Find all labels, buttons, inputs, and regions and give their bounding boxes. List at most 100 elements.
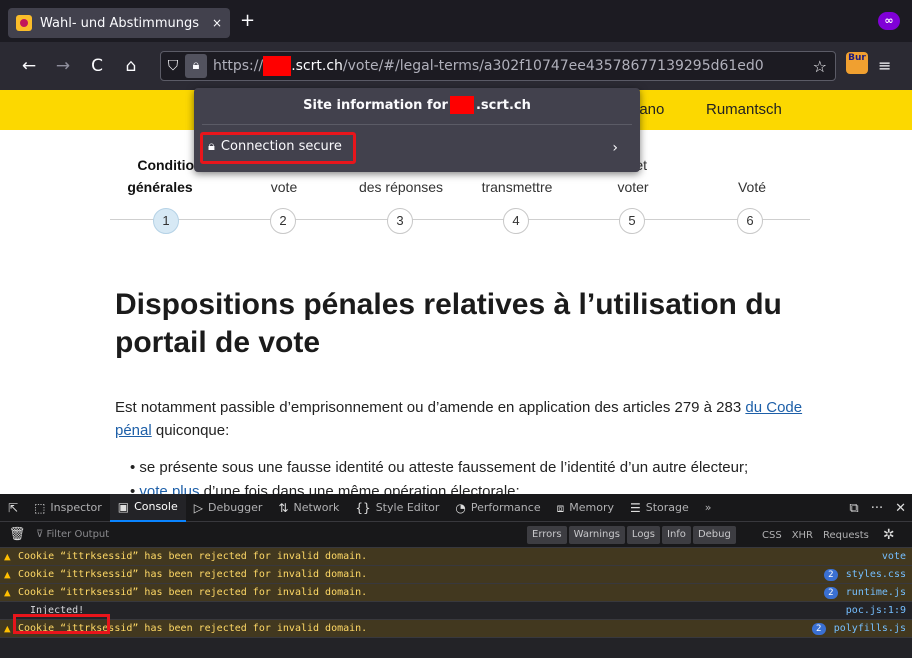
console-message-source-wrap[interactable]: 2 polyfills.js: [811, 620, 906, 638]
tab-network[interactable]: ⇅ Network: [270, 494, 347, 522]
tab-style-editor[interactable]: {} Style Editor: [347, 494, 447, 522]
burp-extension-icon[interactable]: Bur: [846, 52, 868, 74]
panel-divider: [202, 124, 632, 125]
highlight-box-connection: [200, 132, 356, 164]
repeat-count-badge: 2: [823, 587, 838, 599]
devtools-panel: ⇱ ⬚ Inspector ▣ Console ▷ Debugger ⇅ Network…: [0, 493, 912, 658]
level-info-button[interactable]: Info: [662, 526, 691, 544]
console-message-text: Cookie “ittrksessid” has been rejected f…: [18, 587, 368, 598]
repeat-count-badge: 2: [823, 569, 838, 581]
forward-button[interactable]: →: [46, 56, 80, 76]
console-message-text: Cookie “ittrksessid” has been rejected f…: [18, 569, 368, 580]
level-logs-button[interactable]: Logs: [626, 526, 660, 544]
home-button[interactable]: ⌂: [114, 56, 148, 76]
step-4-circle[interactable]: 4: [503, 208, 529, 234]
site-info-lock-icon[interactable]: 🔒︎: [185, 54, 207, 78]
filter-output-input[interactable]: ⊽ Filter Output: [36, 529, 109, 540]
console-icon: ▣: [117, 499, 130, 514]
dock-icon[interactable]: ⧉: [849, 501, 858, 516]
console-message: ▲ Cookie “ittrksessid” has been rejected…: [0, 548, 912, 566]
level-errors-button[interactable]: Errors: [527, 526, 567, 544]
browser-tab[interactable]: Wahl- und Abstimmungs ×: [8, 8, 230, 38]
step-2-label: vote: [270, 179, 298, 195]
site-info-title-host: .scrt.ch: [475, 97, 531, 113]
style-editor-icon: {}: [355, 500, 371, 515]
tab-storage[interactable]: ☰ Storage: [622, 494, 697, 522]
debugger-icon: ▷: [193, 500, 203, 515]
console-message-source-wrap[interactable]: 2 styles.css: [823, 566, 906, 584]
site-info-title: Site information for .scrt.ch: [194, 96, 640, 114]
network-icon: ⇅: [278, 500, 289, 515]
step-2-circle[interactable]: 2: [270, 208, 296, 234]
language-rumantsch-link[interactable]: Rumantsch: [706, 101, 782, 118]
console-message-source[interactable]: vote: [882, 548, 906, 566]
penalties-list: se présente sous une fausse identité ou …: [130, 456, 830, 494]
tab-debugger[interactable]: ▷ Debugger: [186, 494, 271, 522]
category-css-button[interactable]: CSS: [762, 530, 782, 541]
step-3-circle[interactable]: 3: [387, 208, 413, 234]
step-5-label-line2: voter: [617, 179, 649, 195]
url-path: /vote/#/legal-terms/a302f10747ee43578677…: [342, 58, 764, 74]
performance-icon: ◔: [455, 500, 466, 515]
clear-console-trash-icon[interactable]: 🗑︎: [6, 527, 28, 542]
category-xhr-button[interactable]: XHR: [792, 530, 813, 541]
chevron-right-icon[interactable]: ›: [612, 140, 618, 156]
tab-title: Wahl- und Abstimmungs: [40, 15, 199, 31]
tab-performance[interactable]: ◔ Performance: [447, 494, 548, 522]
close-devtools-icon[interactable]: ✕: [895, 501, 906, 516]
level-warnings-button[interactable]: Warnings: [568, 526, 625, 544]
console-message: ▲ Cookie “ittrksessid” has been rejected…: [0, 566, 912, 584]
page-heading: Dispositions pénales relatives à l’utili…: [115, 288, 782, 359]
console-settings-gear-icon[interactable]: ✲: [883, 527, 895, 543]
more-tabs-button[interactable]: »: [697, 494, 720, 522]
hamburger-menu-icon[interactable]: ≡: [878, 56, 891, 75]
tab-label: Memory: [569, 500, 614, 514]
site-favicon-icon: [16, 15, 32, 31]
warning-icon: ▲: [4, 568, 11, 581]
more-options-icon[interactable]: ···: [871, 501, 883, 516]
url-text[interactable]: https:// .scrt.ch /vote/#/legal-terms/a3…: [213, 56, 764, 76]
list-item-text: d’une fois dans une même opération élect…: [199, 483, 520, 494]
devtools-toolbar: ⇱ ⬚ Inspector ▣ Console ▷ Debugger ⇅ Network…: [0, 493, 912, 522]
step-6-circle[interactable]: 6: [737, 208, 763, 234]
log-level-buttons: Errors Warnings Logs Info Debug: [527, 526, 736, 544]
tab-label: Style Editor: [375, 500, 440, 514]
redacted-domain-block: [263, 56, 292, 76]
memory-icon: ⧈: [556, 500, 565, 515]
tab-bar: Wahl- und Abstimmungs × + ∞: [0, 0, 912, 42]
step-1-circle[interactable]: 1: [153, 208, 179, 234]
tracking-protection-shield-icon[interactable]: ⛉: [161, 58, 185, 74]
console-message: Injected! poc.js:1:9: [0, 602, 912, 620]
level-debug-button[interactable]: Debug: [692, 526, 736, 544]
console-message-source: polyfills.js: [833, 623, 906, 634]
list-item: se présente sous une fausse identité ou …: [130, 456, 830, 480]
reload-button[interactable]: C: [80, 56, 114, 76]
back-button[interactable]: ←: [12, 56, 46, 76]
step-3-label: des réponses: [358, 179, 444, 195]
stepper-line: [110, 219, 810, 220]
tab-memory[interactable]: ⧈ Memory: [549, 494, 622, 522]
url-scheme: https://: [213, 58, 264, 74]
tab-console[interactable]: ▣ Console: [109, 493, 186, 522]
navigation-bar: ← → C ⌂ ⛉ 🔒︎ https:// .scrt.ch /vote/#/l…: [0, 42, 912, 90]
console-message-source: styles.css: [845, 569, 906, 580]
element-picker-icon[interactable]: ⇱: [0, 494, 26, 522]
url-bar[interactable]: ⛉ 🔒︎ https:// .scrt.ch /vote/#/legal-ter…: [160, 51, 836, 81]
tab-label: Network: [293, 500, 340, 514]
console-message-source: runtime.js: [845, 587, 906, 598]
step-5-circle[interactable]: 5: [619, 208, 645, 234]
console-message: ▲ Cookie “ittrksessid” has been rejected…: [0, 584, 912, 602]
console-filter-bar: 🗑︎ ⊽ Filter Output Errors Warnings Logs …: [0, 522, 912, 548]
console-message-source[interactable]: poc.js:1:9: [846, 602, 906, 620]
site-information-panel: Site information for .scrt.ch 🔒︎ Connect…: [194, 88, 640, 172]
language-italiano-link[interactable]: iano: [636, 101, 664, 118]
tab-inspector[interactable]: ⬚ Inspector: [26, 494, 110, 522]
tab-close-icon[interactable]: ×: [212, 16, 222, 30]
bookmark-star-icon[interactable]: ☆: [813, 57, 827, 76]
tab-label: Performance: [470, 500, 541, 514]
new-tab-button[interactable]: +: [240, 12, 255, 30]
category-requests-button[interactable]: Requests: [823, 530, 869, 541]
filter-placeholder: Filter Output: [46, 529, 110, 540]
devtools-toolbar-right: ⧉ ··· ✕: [849, 494, 906, 522]
console-message-source-wrap[interactable]: 2 runtime.js: [823, 584, 906, 602]
